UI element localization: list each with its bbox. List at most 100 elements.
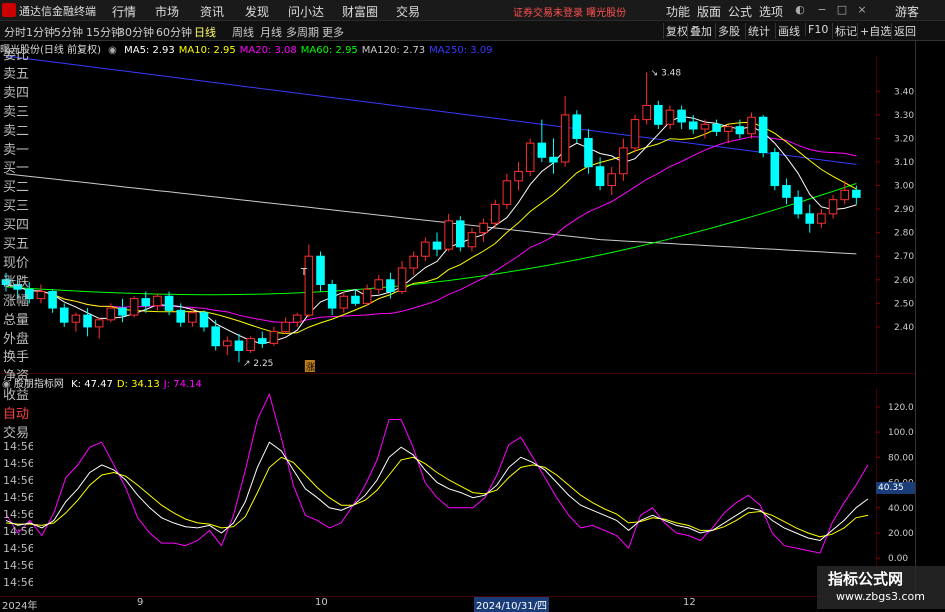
side-panel-item[interactable]: 14:56 <box>3 474 33 487</box>
maximize-icon[interactable]: □ <box>835 3 849 17</box>
candle-body[interactable] <box>36 291 46 300</box>
menu-trade[interactable]: 交易 <box>396 3 420 20</box>
candle-body[interactable] <box>479 222 488 234</box>
candle-body[interactable] <box>48 291 57 309</box>
toolbar-button[interactable]: +自选 <box>857 23 893 39</box>
side-panel-item[interactable]: 卖一 <box>3 139 33 158</box>
candle-body[interactable] <box>525 142 535 172</box>
candle-body[interactable] <box>852 189 861 198</box>
period-tab[interactable]: 分时 <box>4 24 26 40</box>
candle-body[interactable] <box>595 166 605 187</box>
candle-body[interactable] <box>817 213 826 224</box>
candle-body[interactable] <box>176 309 186 323</box>
side-panel-item[interactable]: 委比 <box>3 44 33 63</box>
candle-body[interactable] <box>83 314 92 328</box>
candle-body[interactable] <box>71 314 81 323</box>
candle-body[interactable] <box>141 298 151 307</box>
candle-body[interactable] <box>560 114 570 163</box>
menu-function[interactable]: 功能 <box>666 3 690 20</box>
minimize-icon[interactable]: − <box>815 3 829 17</box>
menu-ask[interactable]: 问小达 <box>288 3 324 20</box>
candle-body[interactable] <box>106 307 116 321</box>
side-panel-item[interactable]: 买三 <box>3 195 33 214</box>
candle-body[interactable] <box>840 189 849 201</box>
candle-body[interactable] <box>164 295 174 311</box>
candle-body[interactable] <box>654 104 663 125</box>
side-panel-item[interactable]: 14:56 <box>3 559 33 572</box>
close-icon[interactable]: × <box>855 3 869 17</box>
candle-body[interactable] <box>444 220 453 250</box>
candle-body[interactable] <box>327 283 337 309</box>
candle-body[interactable] <box>549 156 558 163</box>
candle-body[interactable] <box>607 173 617 187</box>
candle-body[interactable] <box>619 147 628 175</box>
period-tab[interactable]: 30分钟 <box>118 24 154 40</box>
toolbar-button[interactable]: 标记 <box>832 23 859 39</box>
menu-markets[interactable]: 市场 <box>155 3 179 20</box>
candle-body[interactable] <box>339 295 349 309</box>
side-panel-item[interactable]: 卖五 <box>3 63 33 82</box>
candle-body[interactable] <box>584 137 593 168</box>
candle-body[interactable] <box>490 203 500 224</box>
candle-body[interactable] <box>316 255 325 285</box>
candle-body[interactable] <box>793 196 803 215</box>
candle-body[interactable] <box>421 241 430 257</box>
side-panel-item[interactable]: 买四 <box>3 214 33 233</box>
side-panel-item[interactable]: 自动 <box>3 403 33 422</box>
side-panel-item[interactable]: 14:56 <box>3 491 33 504</box>
menu-formula[interactable]: 公式 <box>728 3 752 20</box>
side-panel-item[interactable]: 收益 <box>3 384 33 403</box>
side-panel-item[interactable]: 卖三 <box>3 101 33 120</box>
candle-body[interactable] <box>281 321 290 333</box>
side-panel-item[interactable]: 卖二 <box>3 120 33 139</box>
toolbar-button[interactable]: 复权 <box>663 23 690 39</box>
side-panel-item[interactable]: 现价 <box>3 252 33 271</box>
candle-body[interactable] <box>269 331 279 344</box>
toolbar-button[interactable]: 统计 <box>745 23 772 39</box>
period-tab[interactable]: 5分钟 <box>54 24 83 40</box>
side-panel-item[interactable]: 涨幅 <box>3 290 33 309</box>
candle-body[interactable] <box>572 114 582 139</box>
candle-body[interactable] <box>456 220 465 248</box>
side-panel-item[interactable]: 14:56 <box>3 440 33 453</box>
candle-body[interactable] <box>688 121 698 130</box>
side-panel-item[interactable]: 14:56 <box>3 525 33 538</box>
candle-body[interactable] <box>409 255 418 269</box>
candle-body[interactable] <box>432 241 442 250</box>
guest-label[interactable]: 游客 <box>895 3 919 20</box>
side-panel-item[interactable]: 买一 <box>3 157 33 176</box>
skin-icon[interactable]: ◐ <box>793 3 807 17</box>
candle-body[interactable] <box>188 312 197 323</box>
side-panel-item[interactable]: 外盘 <box>3 328 33 347</box>
candle-body[interactable] <box>129 298 139 316</box>
side-panel-item[interactable]: 14:56 <box>3 457 33 470</box>
menu-news[interactable]: 资讯 <box>200 3 224 20</box>
side-panel-item[interactable]: 换手 <box>3 346 33 365</box>
candle-body[interactable] <box>374 279 384 290</box>
candle-body[interactable] <box>292 314 302 323</box>
candle-body[interactable] <box>153 295 162 307</box>
period-tab[interactable]: 日线 <box>194 24 216 40</box>
menu-discover[interactable]: 发现 <box>245 3 269 20</box>
toolbar-button[interactable]: F10 <box>805 23 830 36</box>
candle-body[interactable] <box>828 199 838 215</box>
side-panel-item[interactable]: 买五 <box>3 233 33 252</box>
side-panel-item[interactable]: 涨跌 <box>3 271 33 290</box>
menu-wealth[interactable]: 财富圈 <box>342 3 378 20</box>
candle-body[interactable] <box>630 119 640 149</box>
side-panel-item[interactable]: 总量 <box>3 309 33 328</box>
candle-body[interactable] <box>234 340 244 351</box>
side-panel-item[interactable]: 买二 <box>3 176 33 195</box>
candle-body[interactable] <box>712 123 721 132</box>
candle-body[interactable] <box>59 307 69 323</box>
side-panel-item[interactable]: 交易 <box>3 422 33 441</box>
side-panel-item[interactable]: 净资 <box>3 365 33 384</box>
menu-layout[interactable]: 版面 <box>697 3 721 20</box>
period-tab[interactable]: 多周期 <box>286 24 319 40</box>
menu-market[interactable]: 行情 <box>112 3 136 20</box>
toolbar-button[interactable]: 多股 <box>715 23 742 39</box>
candle-body[interactable] <box>805 213 815 224</box>
candle-body[interactable] <box>735 126 745 135</box>
period-tab[interactable]: 1分钟 <box>26 24 55 40</box>
candle-body[interactable] <box>94 319 104 328</box>
